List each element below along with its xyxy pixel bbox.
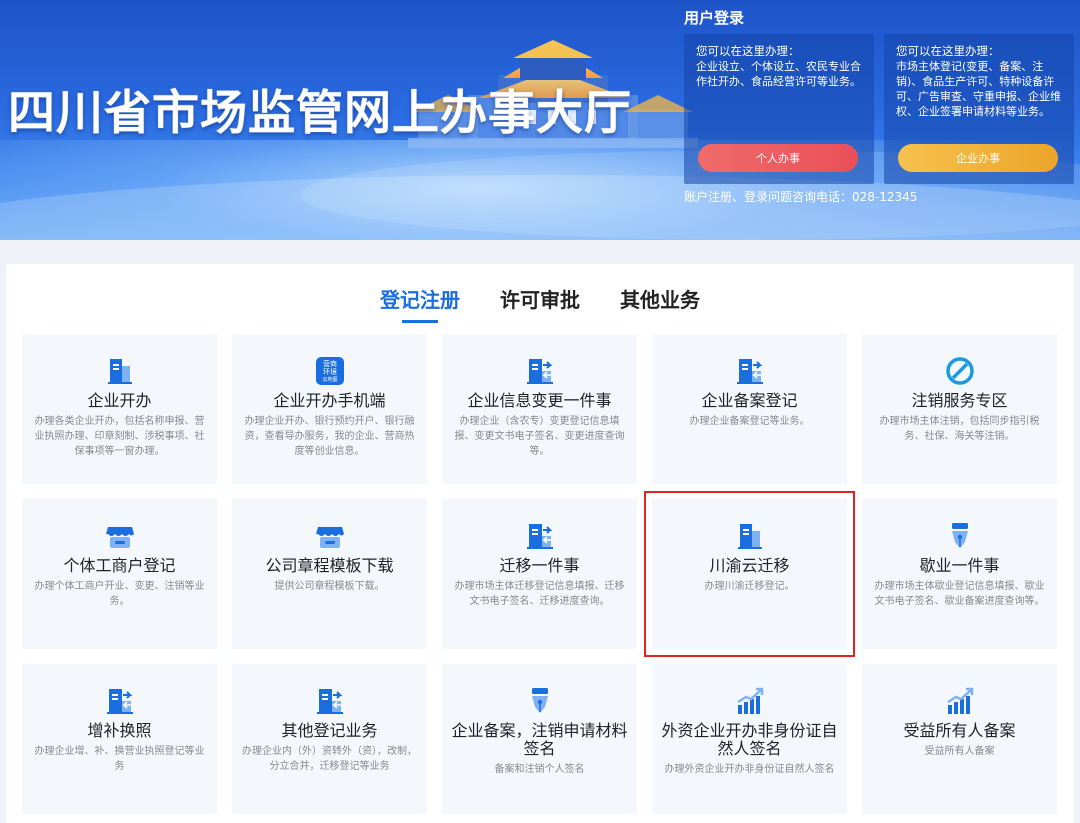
tab-other-business[interactable]: 其他业务: [620, 284, 700, 323]
pen-nib-icon: [525, 686, 555, 716]
service-card[interactable]: 营商 环境 云地图 企业开办手机端办理企业开办、银行预约开户、银行融资，查看导办服务…: [232, 334, 427, 484]
personal-description: 企业设立、个体设立、农民专业合作社开办、食品经营许可等业务。: [696, 60, 861, 88]
enterprise-login-card: 您可以在这里办理： 市场主体登记(变更、备案、注销)、食品生产许可、特种设备许可…: [884, 34, 1074, 184]
banner: 四川省市场监管网上办事大厅 用户登录 您可以在这里办理： 企业设立、个体设立、农…: [0, 0, 1080, 240]
mobile-app-icon: 营商 环境 云地图: [315, 356, 345, 386]
service-description: 受益所有人备案: [924, 746, 995, 757]
service-title: 个体工商户登记: [63, 556, 176, 575]
service-description: 办理市场主体注销，包括同步指引税务、社保、海关等注销。: [879, 416, 1040, 442]
service-description: 办理各类企业开办，包括名称申报、营业执照办理、印章刻制、涉税事项、社保事项等一窗…: [34, 416, 205, 457]
shop-icon: [105, 521, 135, 551]
service-card[interactable]: 外资企业开办非身份证自然人签名办理外资企业开办非身份证自然人签名: [652, 664, 847, 814]
shop-icon: [315, 521, 345, 551]
service-card[interactable]: 迁移一件事办理市场主体迁移登记信息填报、迁移文书电子签名、迁移进度查询。: [442, 499, 637, 649]
service-description: 办理市场主体迁移登记信息填报、迁移文书电子签名、迁移进度查询。: [454, 581, 625, 607]
enterprise-description: 市场主体登记(变更、备案、注销)、食品生产许可、特种设备许可、广告审查、守重申报…: [896, 60, 1061, 118]
service-card[interactable]: 企业开办办理各类企业开办，包括名称申报、营业执照办理、印章刻制、涉税事项、社保事…: [22, 334, 217, 484]
building-icon: [105, 356, 135, 386]
service-description: 办理企业开办、银行预约开户、银行融资，查看导办服务，我的企业、营商热度等创业信息…: [244, 416, 415, 457]
service-description: 提供公司章程模板下载。: [274, 581, 385, 592]
service-card[interactable]: 受益所有人备案 受益所有人备案: [862, 664, 1057, 814]
transfer-building-icon: [525, 356, 555, 386]
cancel-icon: [945, 356, 975, 386]
enterprise-intro: 您可以在这里办理：: [896, 44, 1000, 58]
service-title: 川渝云迁移: [709, 556, 790, 575]
service-title: 增补换照: [87, 721, 152, 740]
service-card[interactable]: 企业备案，注销申请材料签名备案和注销个人签名: [442, 664, 637, 814]
svg-text:云地图: 云地图: [322, 376, 337, 383]
service-description: 办理外资企业开办非身份证自然人签名: [664, 764, 835, 775]
service-title: 企业开办: [87, 391, 152, 410]
service-card[interactable]: 企业备案登记办理企业备案登记等业务。: [652, 334, 847, 484]
service-card[interactable]: 注销服务专区办理市场主体注销，包括同步指引税务、社保、海关等注销。: [862, 334, 1057, 484]
service-description: 办理企业（含农专）变更登记信息填报、变更文书电子签名、变更进度查询等。: [454, 416, 625, 457]
transfer-building-icon: [525, 521, 555, 551]
service-grid: 企业开办办理各类企业开办，包括名称申报、营业执照办理、印章刻制、涉税事项、社保事…: [22, 334, 1057, 814]
service-title: 迁移一件事: [499, 556, 580, 575]
pen-nib-icon: [945, 521, 975, 551]
service-description: 备案和注销个人签名: [494, 764, 585, 775]
service-description: 办理个体工商户开业、变更、注销等业务。: [34, 581, 205, 607]
growth-chart-icon: [945, 686, 975, 716]
service-title: 企业备案，注销申请材料签名: [451, 721, 628, 758]
building-icon: [735, 521, 765, 551]
user-login-heading: 用户登录: [684, 9, 745, 27]
personal-intro: 您可以在这里办理：: [696, 44, 800, 58]
service-title: 企业开办手机端: [273, 391, 386, 410]
service-card[interactable]: 企业信息变更一件事办理企业（含农专）变更登记信息填报、变更文书电子签名、变更进度…: [442, 334, 637, 484]
service-description: 办理市场主体歇业登记信息填报、歇业文书电子签名、歇业备案进度查询等。: [874, 581, 1045, 607]
service-title: 受益所有人备案: [903, 721, 1016, 740]
service-description: 办理企业内（外）资转外（资），改制，分立合并，迁移登记等业务: [242, 746, 417, 772]
personal-service-button[interactable]: 个人办事: [698, 144, 858, 172]
service-title: 企业备案登记: [701, 391, 798, 410]
growth-chart-icon: [735, 686, 765, 716]
service-title: 公司章程模板下载: [265, 556, 394, 575]
service-title: 注销服务专区: [911, 391, 1008, 410]
category-tabs: 登记注册 许可审批 其他业务: [6, 284, 1074, 323]
support-hotline: 账户注册、登录问题咨询电话：028-12345: [684, 190, 918, 204]
tab-registration[interactable]: 登记注册: [380, 284, 460, 323]
service-title: 歇业一件事: [919, 556, 1000, 575]
service-title: 其他登记业务: [281, 721, 378, 740]
service-title: 外资企业开办非身份证自然人签名: [661, 721, 838, 758]
enterprise-service-button[interactable]: 企业办事: [898, 144, 1058, 172]
personal-login-card: 您可以在这里办理： 企业设立、个体设立、农民专业合作社开办、食品经营许可等业务。…: [684, 34, 874, 184]
service-card[interactable]: 个体工商户登记办理个体工商户开业、变更、注销等业务。: [22, 499, 217, 649]
transfer-building-icon: [105, 686, 135, 716]
service-card[interactable]: 公司章程模板下载提供公司章程模板下载。: [232, 499, 427, 649]
service-title: 企业信息变更一件事: [467, 391, 612, 410]
svg-text:营商: 营商: [323, 359, 337, 368]
site-title: 四川省市场监管网上办事大厅: [8, 86, 632, 141]
transfer-building-icon: [735, 356, 765, 386]
service-card[interactable]: 其他登记业务办理企业内（外）资转外（资），改制，分立合并，迁移登记等业务: [232, 664, 427, 814]
tab-license-approval[interactable]: 许可审批: [500, 284, 580, 323]
service-description: 办理川渝迁移登记。: [704, 581, 795, 592]
transfer-building-icon: [315, 686, 345, 716]
service-card[interactable]: 歇业一件事办理市场主体歇业登记信息填报、歇业文书电子签名、歇业备案进度查询等。: [862, 499, 1057, 649]
service-panel: 登记注册 许可审批 其他业务 企业开办办理各类企业开办，包括名称申报、营业执照办…: [6, 264, 1074, 823]
service-description: 办理企业增、补、换营业执照登记等业务: [34, 746, 205, 772]
service-description: 办理企业备案登记等业务。: [689, 416, 810, 427]
svg-text:环境: 环境: [323, 367, 337, 376]
service-card[interactable]: 增补换照办理企业增、补、换营业执照登记等业务: [22, 664, 217, 814]
service-card[interactable]: 川渝云迁移办理川渝迁移登记。: [644, 491, 855, 657]
